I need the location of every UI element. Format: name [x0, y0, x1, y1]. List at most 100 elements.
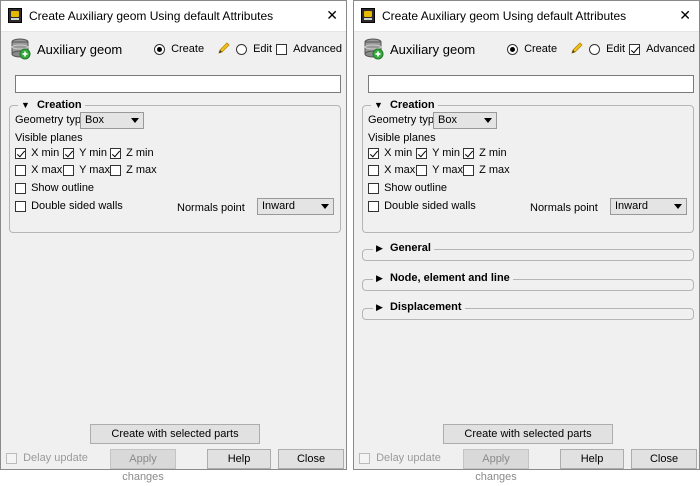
y-min-option[interactable]: Y min [63, 147, 107, 159]
window-title: Create Auxiliary geom Using default Attr… [382, 9, 627, 23]
create-radio[interactable] [154, 43, 165, 55]
pencil-icon [571, 42, 583, 54]
close-button[interactable]: Close [631, 449, 697, 469]
left-dialog-window: Create Auxiliary geom Using default Attr… [0, 0, 347, 483]
y-max-checkbox[interactable] [416, 164, 427, 176]
z-max-checkbox[interactable] [463, 164, 474, 176]
geometry-type-value: Box [85, 114, 104, 126]
x-min-option[interactable]: X min [15, 147, 59, 159]
edit-radio[interactable] [589, 43, 600, 55]
x-min-option[interactable]: X min [368, 147, 412, 159]
y-min-option[interactable]: Y min [416, 147, 460, 159]
normals-point-label: Normals point [530, 202, 598, 214]
expand-triangle-icon: ▶ [376, 302, 383, 312]
x-min-label: X min [31, 147, 60, 159]
search-input[interactable] [368, 75, 694, 93]
z-max-option[interactable]: Z max [463, 164, 510, 176]
delay-update-checkbox[interactable] [6, 452, 17, 464]
chevron-down-icon [131, 118, 139, 123]
z-min-checkbox[interactable] [110, 147, 121, 159]
displacement-header[interactable]: ▶ Displacement [373, 301, 465, 313]
dialog-heading: Auxiliary geom [37, 42, 123, 57]
z-min-option[interactable]: Z min [463, 147, 507, 159]
advanced-checkbox[interactable] [276, 43, 287, 55]
general-header[interactable]: ▶ General [373, 242, 434, 254]
show-outline-checkbox[interactable] [15, 182, 26, 194]
z-min-checkbox[interactable] [463, 147, 474, 159]
geometry-type-label: Geometry type [15, 114, 88, 126]
geometry-type-value: Box [438, 114, 457, 126]
x-min-checkbox[interactable] [368, 147, 379, 159]
window-title: Create Auxiliary geom Using default Attr… [29, 9, 274, 23]
delay-update-checkbox[interactable] [359, 452, 370, 464]
y-min-label: Y min [79, 147, 107, 159]
help-button[interactable]: Help [207, 449, 271, 469]
z-min-label: Z min [126, 147, 154, 159]
double-sided-walls-option[interactable]: Double sided walls [15, 200, 123, 212]
create-with-selected-parts-button[interactable]: Create with selected parts [443, 424, 613, 444]
expand-triangle-icon: ▶ [376, 243, 383, 253]
x-max-checkbox[interactable] [368, 164, 379, 176]
create-radio[interactable] [507, 43, 518, 55]
normals-point-select[interactable]: Inward [257, 198, 334, 215]
delay-update-option[interactable]: Delay update [359, 452, 441, 464]
advanced-checkbox[interactable] [629, 43, 640, 55]
node-element-line-section: ▶ Node, element and line [362, 272, 694, 291]
x-max-option[interactable]: X max [15, 164, 62, 176]
show-outline-option[interactable]: Show outline [15, 182, 94, 194]
help-button[interactable]: Help [560, 449, 624, 469]
node-element-line-header[interactable]: ▶ Node, element and line [373, 272, 513, 284]
double-sided-walls-checkbox[interactable] [368, 200, 379, 212]
x-max-option[interactable]: X max [368, 164, 415, 176]
title-bar: Create Auxiliary geom Using default Attr… [1, 1, 346, 32]
geometry-type-select[interactable]: Box [80, 112, 144, 129]
normals-point-select[interactable]: Inward [610, 198, 687, 215]
creation-header[interactable]: ▼ Creation [371, 99, 438, 111]
edit-label: Edit [253, 43, 273, 55]
close-button[interactable]: Close [278, 449, 344, 469]
close-icon[interactable]: ✕ [679, 7, 691, 24]
general-label: General [389, 242, 431, 254]
geometry-type-label: Geometry type [368, 114, 441, 126]
normals-point-value: Inward [262, 200, 296, 212]
creation-header[interactable]: ▼ Creation [18, 99, 85, 111]
y-max-option[interactable]: Y max [416, 164, 463, 176]
advanced-label: Advanced [293, 43, 342, 55]
x-max-label: X max [384, 164, 416, 176]
y-min-checkbox[interactable] [416, 147, 427, 159]
geometry-type-select[interactable]: Box [433, 112, 497, 129]
apply-changes-button[interactable]: Apply changes [463, 449, 529, 483]
x-max-checkbox[interactable] [15, 164, 26, 176]
y-max-checkbox[interactable] [63, 164, 74, 176]
advanced-checkbox-option[interactable]: Advanced [629, 43, 695, 55]
create-radio-option[interactable]: Create [154, 43, 204, 55]
right-dialog-window: Create Auxiliary geom Using default Attr… [353, 0, 700, 483]
edit-radio-option[interactable]: Edit [236, 43, 272, 55]
edit-radio-option[interactable]: Edit [589, 43, 625, 55]
delay-update-option[interactable]: Delay update [6, 452, 88, 464]
double-sided-walls-label: Double sided walls [31, 200, 123, 212]
dialog-header: Auxiliary geom Create Edit Advanced [1, 35, 346, 63]
apply-changes-button[interactable]: Apply changes [110, 449, 176, 483]
z-min-option[interactable]: Z min [110, 147, 154, 159]
y-min-checkbox[interactable] [63, 147, 74, 159]
double-sided-walls-checkbox[interactable] [15, 200, 26, 212]
close-icon[interactable]: ✕ [326, 7, 338, 24]
advanced-checkbox-option[interactable]: Advanced [276, 43, 342, 55]
double-sided-walls-option[interactable]: Double sided walls [368, 200, 476, 212]
show-outline-checkbox[interactable] [368, 182, 379, 194]
z-max-checkbox[interactable] [110, 164, 121, 176]
advanced-label: Advanced [646, 43, 695, 55]
show-outline-option[interactable]: Show outline [368, 182, 447, 194]
edit-radio[interactable] [236, 43, 247, 55]
y-max-label: Y max [79, 164, 111, 176]
database-icon [11, 38, 31, 60]
y-max-option[interactable]: Y max [63, 164, 110, 176]
create-with-selected-parts-button[interactable]: Create with selected parts [90, 424, 260, 444]
create-radio-option[interactable]: Create [507, 43, 557, 55]
z-max-option[interactable]: Z max [110, 164, 157, 176]
creation-section: ▼ Creation Geometry type Box Visible pla… [9, 99, 341, 233]
x-min-checkbox[interactable] [15, 147, 26, 159]
creation-section: ▼ Creation Geometry type Box Visible pla… [362, 99, 694, 233]
search-input[interactable] [15, 75, 341, 93]
